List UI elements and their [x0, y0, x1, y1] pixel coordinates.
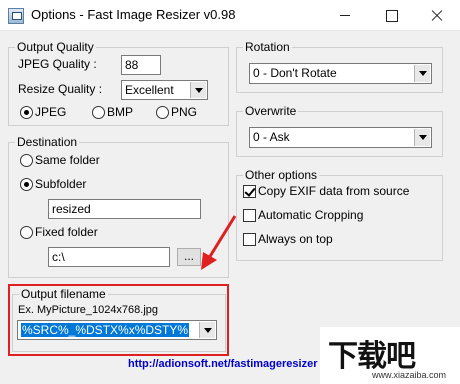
fixed-folder-label: Fixed folder [35, 225, 98, 239]
watermark-url: www.xiazaiba.com [372, 370, 447, 380]
maximize-button[interactable] [368, 0, 414, 31]
rotation-legend: Rotation [245, 40, 290, 54]
window-title: Options - Fast Image Resizer v0.98 [31, 7, 236, 22]
format-jpeg-label: JPEG [35, 105, 67, 119]
resize-quality-label: Resize Quality : [18, 82, 103, 96]
resize-quality-select[interactable]: Excellent [121, 80, 208, 100]
always-on-top-checkbox[interactable] [243, 233, 256, 246]
jpeg-quality-input[interactable]: 88 [121, 55, 161, 75]
subfolder-label: Subfolder [35, 177, 87, 191]
same-folder-radio[interactable] [20, 154, 33, 167]
same-folder-label: Same folder [35, 153, 100, 167]
chevron-down-icon [414, 65, 430, 82]
chevron-down-icon [190, 82, 206, 98]
auto-crop-checkbox[interactable] [243, 209, 256, 222]
overwrite-legend: Overwrite [245, 104, 297, 118]
website-link[interactable]: http://adionsoft.net/fastimageresizer [128, 358, 324, 370]
destination-legend: Destination [17, 135, 78, 149]
output-quality-legend: Output Quality [17, 40, 94, 54]
auto-crop-label: Automatic Cropping [258, 208, 364, 222]
rotation-select[interactable]: 0 - Don't Rotate [249, 63, 432, 84]
site-watermark: 下载吧 www.xiazaiba.com [320, 327, 460, 384]
subfolder-radio[interactable] [20, 178, 33, 191]
overwrite-select[interactable]: 0 - Ask [249, 127, 432, 148]
copy-exif-checkbox[interactable] [243, 185, 256, 198]
copy-exif-label: Copy EXIF data from source [258, 184, 410, 198]
close-button[interactable] [414, 0, 460, 31]
fixed-folder-input[interactable]: c:\ [48, 247, 170, 267]
overwrite-value: 0 - Ask [253, 130, 290, 144]
format-png-label: PNG [171, 105, 198, 119]
chevron-down-icon [414, 129, 430, 146]
format-bmp-label: BMP [107, 105, 134, 119]
format-png-radio[interactable] [156, 106, 169, 119]
subfolder-input[interactable]: resized [48, 199, 201, 219]
other-options-legend: Other options [245, 168, 318, 182]
always-on-top-label: Always on top [258, 232, 333, 246]
minimize-button[interactable] [322, 0, 368, 31]
watermark-logo-text: 下载吧 [328, 339, 416, 374]
rotation-value: 0 - Don't Rotate [253, 66, 337, 80]
fixed-folder-radio[interactable] [20, 226, 33, 239]
jpeg-quality-label: JPEG Quality : [18, 57, 97, 71]
annotation-highlight-box [8, 284, 229, 356]
resize-quality-value: Excellent [125, 83, 174, 97]
app-icon [8, 8, 24, 24]
title-bar: Options - Fast Image Resizer v0.98 [0, 0, 460, 31]
format-bmp-radio[interactable] [92, 106, 105, 119]
format-jpeg-radio[interactable] [20, 106, 33, 119]
